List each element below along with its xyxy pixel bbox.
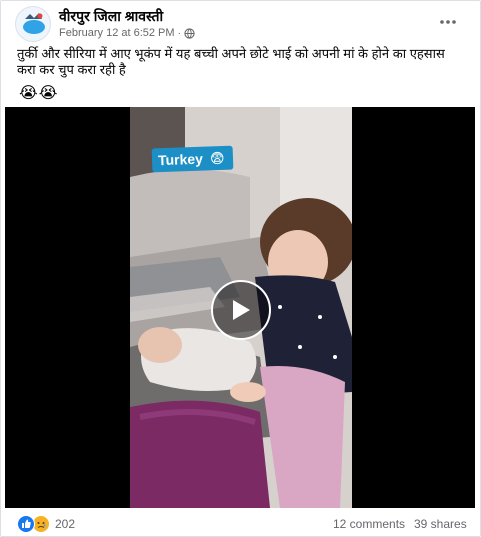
post-text: तुर्की और सीरिया में आए भूकंप में यह बच्… xyxy=(17,46,445,77)
more-options-icon xyxy=(440,20,456,24)
page-avatar[interactable] xyxy=(15,6,51,42)
crying-emoji: 😭 xyxy=(19,85,38,102)
shares-count[interactable]: 39 shares xyxy=(414,517,467,531)
post-card: वीरपुर जिला श्रावस्ती February 12 at 6:5… xyxy=(0,0,481,537)
reactions-summary[interactable]: 202 xyxy=(17,515,75,533)
post-timestamp[interactable]: February 12 at 6:52 PM xyxy=(59,27,175,39)
video-player[interactable]: Turkey 😨 xyxy=(5,107,475,508)
video-location-label: Turkey xyxy=(157,150,204,169)
post-emojis: 😭 😭 xyxy=(19,83,57,103)
page-name[interactable]: वीरपुर जिला श्रावस्ती xyxy=(59,7,163,26)
meta-separator: · xyxy=(177,27,181,39)
globe-icon xyxy=(184,27,195,39)
play-icon xyxy=(233,300,250,320)
post-header: वीरपुर जिला श्रावस्ती February 12 at 6:5… xyxy=(1,1,480,43)
play-button[interactable] xyxy=(211,280,271,340)
post-meta: February 12 at 6:52 PM · xyxy=(59,27,195,39)
scared-emoji: 😨 xyxy=(209,149,225,167)
crying-emoji: 😭 xyxy=(38,85,58,102)
page-logo-icon xyxy=(16,7,50,41)
comments-count[interactable]: 12 comments xyxy=(333,517,405,531)
reaction-count: 202 xyxy=(55,517,76,531)
like-reaction-icon xyxy=(17,515,35,533)
more-options-button[interactable] xyxy=(437,13,459,31)
post-footer: 202 12 comments 39 shares xyxy=(1,509,480,536)
video-location-tag: Turkey 😨 xyxy=(151,145,234,173)
